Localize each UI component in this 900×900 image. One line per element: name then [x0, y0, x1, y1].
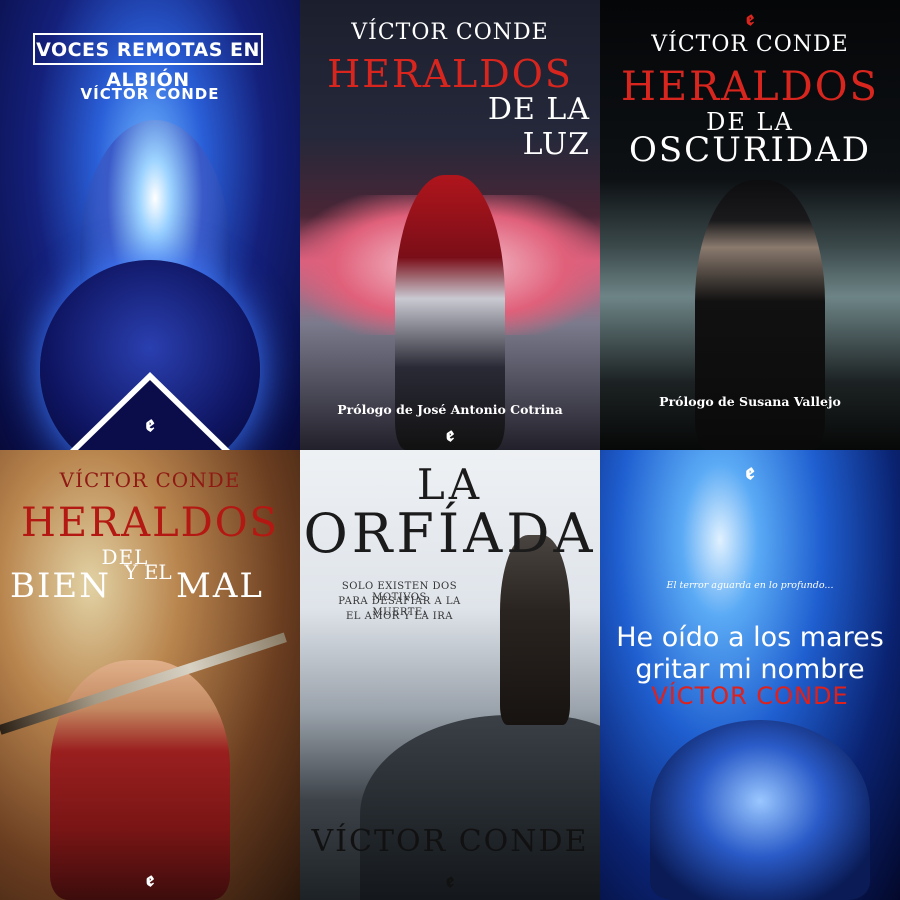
- cover-illustration: [650, 720, 870, 900]
- cover-illustration: [50, 660, 230, 900]
- book-title-line2: ORFÍADA: [303, 502, 597, 565]
- publisher-logo-icon: ꬲ: [445, 868, 455, 892]
- book-title-line3: OSCURIDAD: [629, 130, 871, 170]
- book-title-line1: He oído a los mares: [616, 622, 884, 653]
- book-tagline-3: EL AMOR Y LA IRA: [345, 611, 453, 622]
- book-title: VOCES REMOTAS EN ALBIÓN: [33, 33, 263, 91]
- book-author: VÍCTOR CONDE: [59, 468, 241, 492]
- book-author: VÍCTOR CONDE: [80, 85, 220, 103]
- book-cover-heraldos-del-bien-y-el-mal[interactable]: VÍCTOR CONDE HERALDOS DEL BIEN Y EL MAL …: [0, 450, 300, 900]
- book-author: VÍCTOR CONDE: [651, 682, 849, 710]
- book-author: VÍCTOR CONDE: [651, 32, 849, 57]
- book-prologue: Prólogo de José Antonio Cotrina: [337, 402, 563, 417]
- book-author: VÍCTOR CONDE: [311, 824, 589, 859]
- book-title-line2: DE LA LUZ: [487, 92, 590, 162]
- book-title-line1: HERALDOS: [21, 500, 279, 546]
- book-title-line1: HERALDOS: [621, 64, 879, 110]
- book-cover-heraldos-de-la-oscuridad[interactable]: ꬲ VÍCTOR CONDE HERALDOS DE LA OSCURIDAD …: [600, 0, 900, 450]
- book-prologue: Prólogo de Susana Vallejo: [659, 394, 841, 409]
- publisher-logo-icon: ꬲ: [145, 411, 155, 437]
- book-cover-he-oido-a-los-mares[interactable]: ꬲ El terror aguarda en lo profundo... He…: [600, 450, 900, 900]
- book-title-mal: MAL: [176, 566, 264, 606]
- book-cover-heraldos-de-la-luz[interactable]: VÍCTOR CONDE HERALDOS DE LA LUZ Prólogo …: [300, 0, 600, 450]
- publisher-logo-icon: ꬲ: [445, 422, 455, 446]
- book-cover-voces-remotas[interactable]: VOCES REMOTAS EN ALBIÓN VÍCTOR CONDE ꬲ: [0, 0, 300, 450]
- book-title-line1: HERALDOS: [327, 52, 573, 96]
- cover-illustration: [695, 180, 825, 450]
- publisher-logo-icon: ꬲ: [145, 867, 155, 891]
- book-title-bien: BIEN: [10, 566, 111, 606]
- book-title-line2: gritar mi nombre: [635, 654, 865, 685]
- book-cover-grid: VOCES REMOTAS EN ALBIÓN VÍCTOR CONDE ꬲ V…: [0, 0, 900, 900]
- book-title-y-el: Y EL: [124, 560, 172, 584]
- book-tagline: El terror aguarda en lo profundo...: [666, 580, 834, 591]
- book-cover-la-orfiada[interactable]: LA ORFÍADA SOLO EXISTEN DOS MOTIVOS PARA…: [300, 450, 600, 900]
- publisher-logo-icon: ꬲ: [745, 459, 755, 485]
- book-author: VÍCTOR CONDE: [351, 20, 549, 45]
- publisher-logo-icon: ꬲ: [745, 6, 755, 30]
